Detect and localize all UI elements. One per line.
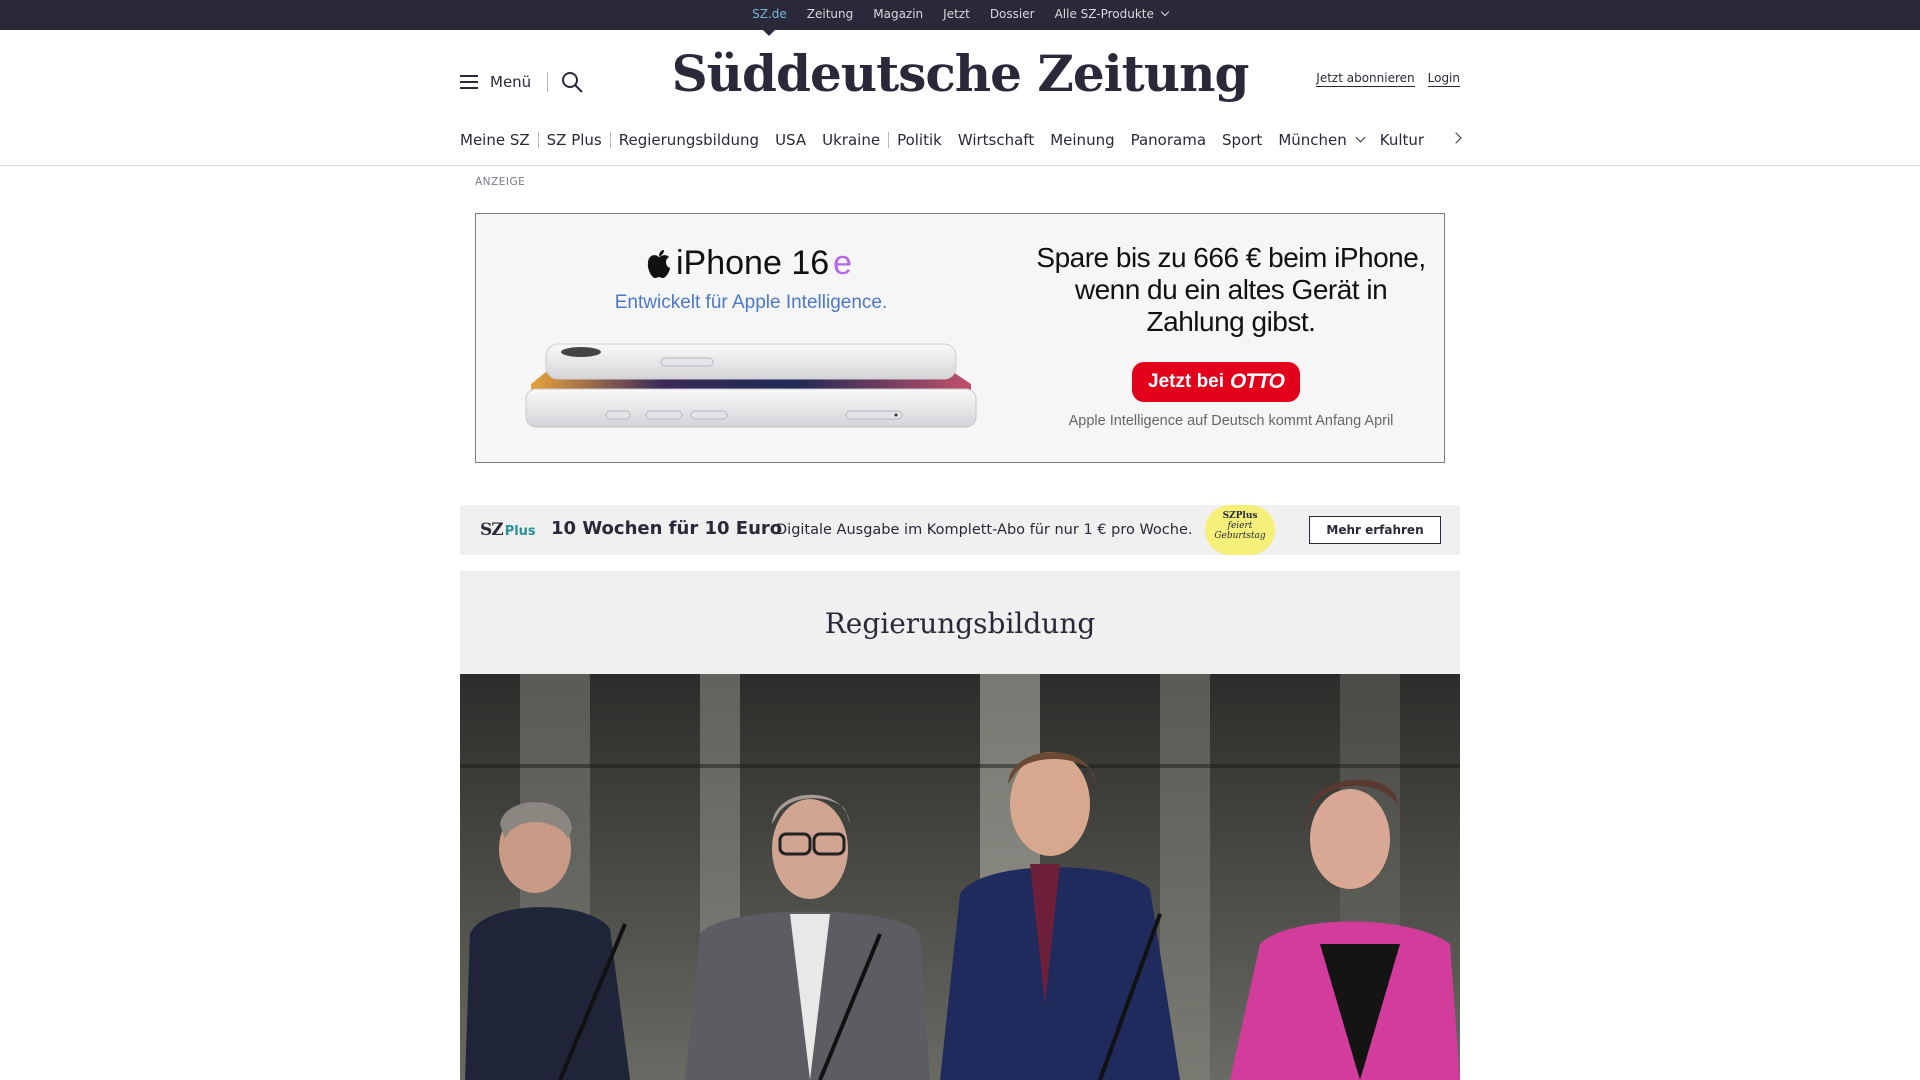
promo-title: 10 Wochen für 10 Euro: [551, 518, 783, 539]
sz-plus-logo-sz: SZ: [480, 520, 504, 540]
apple-logo-icon: [647, 249, 670, 278]
nav-item-muenchen[interactable]: München: [1278, 131, 1366, 149]
sz-plus-promo: SZ Plus 10 Wochen für 10 Euro Digitale Au…: [460, 505, 1460, 555]
promo-text: Digitale Ausgabe im Komplett-Abo für nur…: [776, 522, 1193, 538]
ad-product-label: iPhone 16: [676, 244, 830, 282]
site-header: Menü Süddeutsche Zeitung Jetzt abonniere…: [460, 30, 1460, 135]
chevron-right-icon[interactable]: [1450, 132, 1462, 144]
nav-item-sport[interactable]: Sport: [1222, 131, 1262, 149]
badge-line-1: SZPlus: [1222, 511, 1258, 521]
chevron-down-icon: [1355, 132, 1366, 142]
topbar-link-sz-de[interactable]: SZ.de: [742, 0, 797, 36]
nav-item-meinung[interactable]: Meinung: [1050, 131, 1114, 149]
ad-headline: Spare bis zu 666 € beim iPhone, wenn du …: [1036, 242, 1426, 337]
topic-header: Regierungsbildung: [460, 571, 1460, 674]
nav-item-meine-sz[interactable]: Meine SZ: [460, 131, 530, 149]
section-nav: Meine SZ SZ Plus Regierungsbildung USA U…: [460, 128, 1462, 152]
chevron-down-icon: [1160, 7, 1170, 17]
topbar-link-magazin[interactable]: Magazin: [863, 0, 933, 30]
top-bar: SZ.de Zeitung Magazin Jetzt Dossier Alle…: [0, 0, 1920, 36]
sz-plus-logo-plus: Plus: [504, 524, 536, 539]
nav-divider: [888, 132, 890, 148]
lead-article-photo[interactable]: [460, 674, 1460, 1080]
mehr-erfahren-button[interactable]: Mehr erfahren: [1309, 516, 1441, 544]
topbar-link-jetzt[interactable]: Jetzt: [933, 0, 980, 30]
nav-divider: [609, 132, 611, 148]
nav-border: [0, 165, 1920, 166]
nav-divider: [537, 132, 539, 148]
sz-plus-logo: SZ Plus: [480, 520, 536, 540]
nav-item-wirtschaft[interactable]: Wirtschaft: [958, 131, 1034, 149]
topbar-link-alle-produkte[interactable]: Alle SZ-Produkte: [1045, 0, 1178, 30]
nav-item-usa[interactable]: USA: [775, 131, 806, 149]
ad-cta-prefix: Jetzt bei: [1148, 371, 1225, 392]
ad-label: ANZEIGE: [475, 176, 526, 188]
topic-title[interactable]: Regierungsbildung: [460, 607, 1460, 640]
ad-product-suffix: e: [833, 244, 853, 282]
birthday-badge: SZPlus feiert Geburtstag: [1205, 505, 1275, 555]
site-logo[interactable]: Süddeutsche Zeitung: [460, 44, 1460, 103]
nav-item-politik[interactable]: Politik: [897, 131, 942, 149]
badge-line-3: Geburtstag: [1214, 531, 1266, 541]
nav-item-sz-plus[interactable]: SZ Plus: [547, 131, 602, 149]
login-link[interactable]: Login: [1427, 71, 1460, 87]
advertisement-banner[interactable]: iPhone 16 e Entwickelt für Apple Intellig…: [475, 213, 1445, 463]
iphone-image: [525, 343, 977, 428]
header-account-links: Jetzt abonnieren Login: [1316, 71, 1460, 87]
nav-item-kultur[interactable]: Kultur: [1380, 131, 1424, 149]
nav-item-panorama[interactable]: Panorama: [1131, 131, 1206, 149]
nav-item-muenchen-label: München: [1278, 131, 1347, 149]
topbar-link-dossier[interactable]: Dossier: [980, 0, 1045, 30]
top-bar-links: SZ.de Zeitung Magazin Jetzt Dossier Alle…: [0, 0, 1920, 36]
nav-item-ukraine[interactable]: Ukraine: [822, 131, 880, 149]
subscribe-link[interactable]: Jetzt abonnieren: [1316, 71, 1415, 87]
ad-footnote: Apple Intelligence auf Deutsch kommt Anf…: [1068, 413, 1394, 429]
topbar-link-alle-produkte-label: Alle SZ-Produkte: [1054, 7, 1154, 21]
ad-cta-button[interactable]: Jetzt bei OTTO: [1132, 362, 1300, 402]
ad-subline: Entwickelt für Apple Intelligence.: [614, 292, 888, 313]
badge-line-2: feiert: [1227, 521, 1253, 531]
nav-item-regierungsbildung[interactable]: Regierungsbildung: [619, 131, 759, 149]
ad-cta-brand: OTTO: [1230, 370, 1285, 393]
ad-product-name: iPhone 16 e: [646, 244, 852, 283]
topbar-link-zeitung[interactable]: Zeitung: [797, 0, 863, 30]
